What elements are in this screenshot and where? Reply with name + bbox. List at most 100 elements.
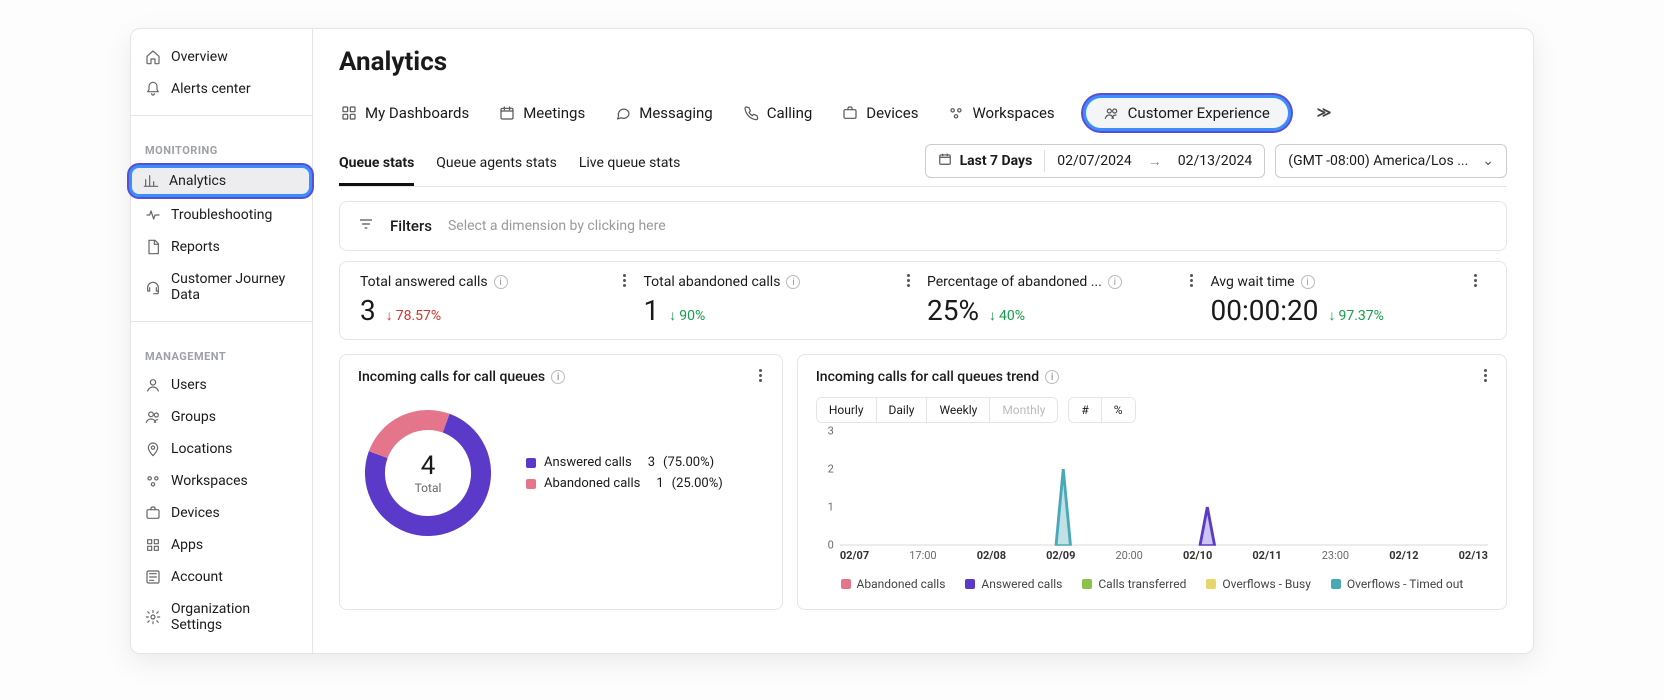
series-legend-item[interactable]: Answered calls <box>965 577 1062 591</box>
date-controls: Last 7 Days 02/07/2024 → 02/13/2024 (GMT… <box>925 144 1507 186</box>
unit-toggle[interactable]: # <box>1069 398 1101 422</box>
kpi-title: Total abandoned calls <box>644 274 781 290</box>
sub-tab-queue-agents-stats[interactable]: Queue agents stats <box>436 145 557 186</box>
home-icon <box>145 49 161 65</box>
kpi-value: 25% <box>927 294 979 327</box>
swatch-icon <box>526 479 536 489</box>
filters-bar[interactable]: Filters Select a dimension by clicking h… <box>339 201 1507 251</box>
more-tabs-button[interactable]: ≫ <box>1317 105 1332 121</box>
chat-icon <box>615 105 631 121</box>
unit-toggle-group: #% <box>1068 397 1135 423</box>
sidebar-item-label: Users <box>171 377 207 393</box>
granularity-hourly[interactable]: Hourly <box>817 398 877 422</box>
legend-name: Answered calls <box>544 455 632 470</box>
date-end: 02/13/2024 <box>1178 153 1253 169</box>
card-menu-button[interactable] <box>1478 369 1492 382</box>
tab-label: Calling <box>767 104 813 122</box>
unit-toggle[interactable]: % <box>1102 398 1135 422</box>
sidebar-item-users[interactable]: Users <box>131 369 312 401</box>
pulse-icon <box>145 207 161 223</box>
tab-label: Workspaces <box>972 104 1054 122</box>
sidebar-item-label: Overview <box>171 49 228 65</box>
legend-count: 3 <box>648 455 655 470</box>
y-tick: 3 <box>828 425 834 438</box>
sidebar-item-alerts-center[interactable]: Alerts center <box>131 73 312 105</box>
kpi-delta: 97.37% <box>1328 307 1383 324</box>
tab-customer-experience[interactable]: Customer Experience <box>1083 95 1291 131</box>
user-icon <box>145 377 161 393</box>
sub-tab-queue-stats[interactable]: Queue stats <box>339 145 414 186</box>
section-header-management: MANAGEMENT <box>131 332 312 369</box>
date-range-picker[interactable]: Last 7 Days 02/07/2024 → 02/13/2024 <box>925 144 1266 178</box>
kpi-delta: 40% <box>989 307 1025 324</box>
swatch-icon <box>841 579 851 589</box>
sidebar-item-apps[interactable]: Apps <box>131 529 312 561</box>
sidebar-item-reports[interactable]: Reports <box>131 231 312 263</box>
chevron-down-icon <box>1482 153 1494 169</box>
sidebar-item-troubleshooting[interactable]: Troubleshooting <box>131 199 312 231</box>
sidebar-item-overview[interactable]: Overview <box>131 41 312 73</box>
filters-placeholder: Select a dimension by clicking here <box>448 218 666 234</box>
kpi-menu-button[interactable] <box>1468 274 1482 287</box>
swatch-icon <box>1331 579 1341 589</box>
sub-row: Queue stats Queue agents stats Live queue … <box>339 144 1507 187</box>
tab-workspaces[interactable]: Workspaces <box>946 98 1056 128</box>
info-icon[interactable]: i <box>494 275 508 289</box>
tab-label: Devices <box>866 104 918 122</box>
series-legend-item[interactable]: Calls transferred <box>1082 577 1186 591</box>
tab-label: Messaging <box>639 104 712 122</box>
sidebar-item-groups[interactable]: Groups <box>131 401 312 433</box>
tab-messaging[interactable]: Messaging <box>613 98 714 128</box>
series-legend: Abandoned calls Answered calls Calls trans… <box>816 577 1488 591</box>
sidebar-item-customer-journey-data[interactable]: Customer Journey Data <box>131 263 312 311</box>
granularity-daily[interactable]: Daily <box>877 398 928 422</box>
kpi-menu-button[interactable] <box>618 274 632 287</box>
series-name: Answered calls <box>981 577 1062 591</box>
series-legend-item[interactable]: Overflows - Timed out <box>1331 577 1463 591</box>
x-tick: 02/11 <box>1252 549 1281 571</box>
sidebar-item-workspaces[interactable]: Workspaces <box>131 465 312 497</box>
granularity-weekly[interactable]: Weekly <box>927 398 990 422</box>
sidebar-item-label: Analytics <box>169 173 226 189</box>
sidebar-item-analytics[interactable]: Analytics <box>129 165 312 197</box>
sidebar-item-devices[interactable]: Devices <box>131 497 312 529</box>
tab-calling[interactable]: Calling <box>741 98 815 128</box>
granularity-monthly: Monthly <box>990 398 1057 422</box>
x-tick: 20:00 <box>1115 549 1142 571</box>
bar-chart-icon <box>143 173 159 189</box>
timezone-select[interactable]: (GMT -08:00) America/Los ... <box>1275 144 1507 178</box>
swatch-icon <box>526 458 536 468</box>
info-icon[interactable]: i <box>551 370 565 384</box>
kpi-total-abandoned-calls: Total abandoned calls i190% <box>644 274 920 327</box>
sidebar-item-locations[interactable]: Locations <box>131 433 312 465</box>
sidebar-item-label: Customer Journey Data <box>171 271 298 303</box>
series-name: Overflows - Timed out <box>1347 577 1463 591</box>
info-icon[interactable]: i <box>1045 370 1059 384</box>
info-icon[interactable]: i <box>786 275 800 289</box>
info-icon[interactable]: i <box>1301 275 1315 289</box>
sidebar-item-account[interactable]: Account <box>131 561 312 593</box>
kpi-value: 00:00:20 <box>1211 294 1319 327</box>
main-panel: Analytics My DashboardsMeetingsMessaging… <box>313 29 1533 653</box>
kpi-menu-button[interactable] <box>1185 274 1199 287</box>
org-icon <box>145 569 161 585</box>
y-tick: 1 <box>828 501 834 514</box>
cards-row: Incoming calls for call queues i 4 Total… <box>339 354 1507 610</box>
series-legend-item[interactable]: Overflows - Busy <box>1206 577 1311 591</box>
tab-my-dashboards[interactable]: My Dashboards <box>339 98 471 128</box>
sub-tab-live-queue-stats[interactable]: Live queue stats <box>579 145 680 186</box>
y-tick: 0 <box>828 539 834 552</box>
granularity-controls: HourlyDailyWeeklyMonthly #% <box>816 397 1488 423</box>
bell-icon <box>145 81 161 97</box>
granularity-group: HourlyDailyWeeklyMonthly <box>816 397 1059 423</box>
kpi-menu-button[interactable] <box>901 274 915 287</box>
people-icon <box>1104 105 1120 121</box>
legend-pct: (25.00%) <box>672 476 723 491</box>
tab-meetings[interactable]: Meetings <box>497 98 587 128</box>
trend-card: Incoming calls for call queues trend i H… <box>797 354 1507 610</box>
info-icon[interactable]: i <box>1108 275 1122 289</box>
tab-devices[interactable]: Devices <box>840 98 920 128</box>
sidebar-item-organization-settings[interactable]: Organization Settings <box>131 593 312 641</box>
series-legend-item[interactable]: Abandoned calls <box>841 577 946 591</box>
card-menu-button[interactable] <box>754 369 768 382</box>
